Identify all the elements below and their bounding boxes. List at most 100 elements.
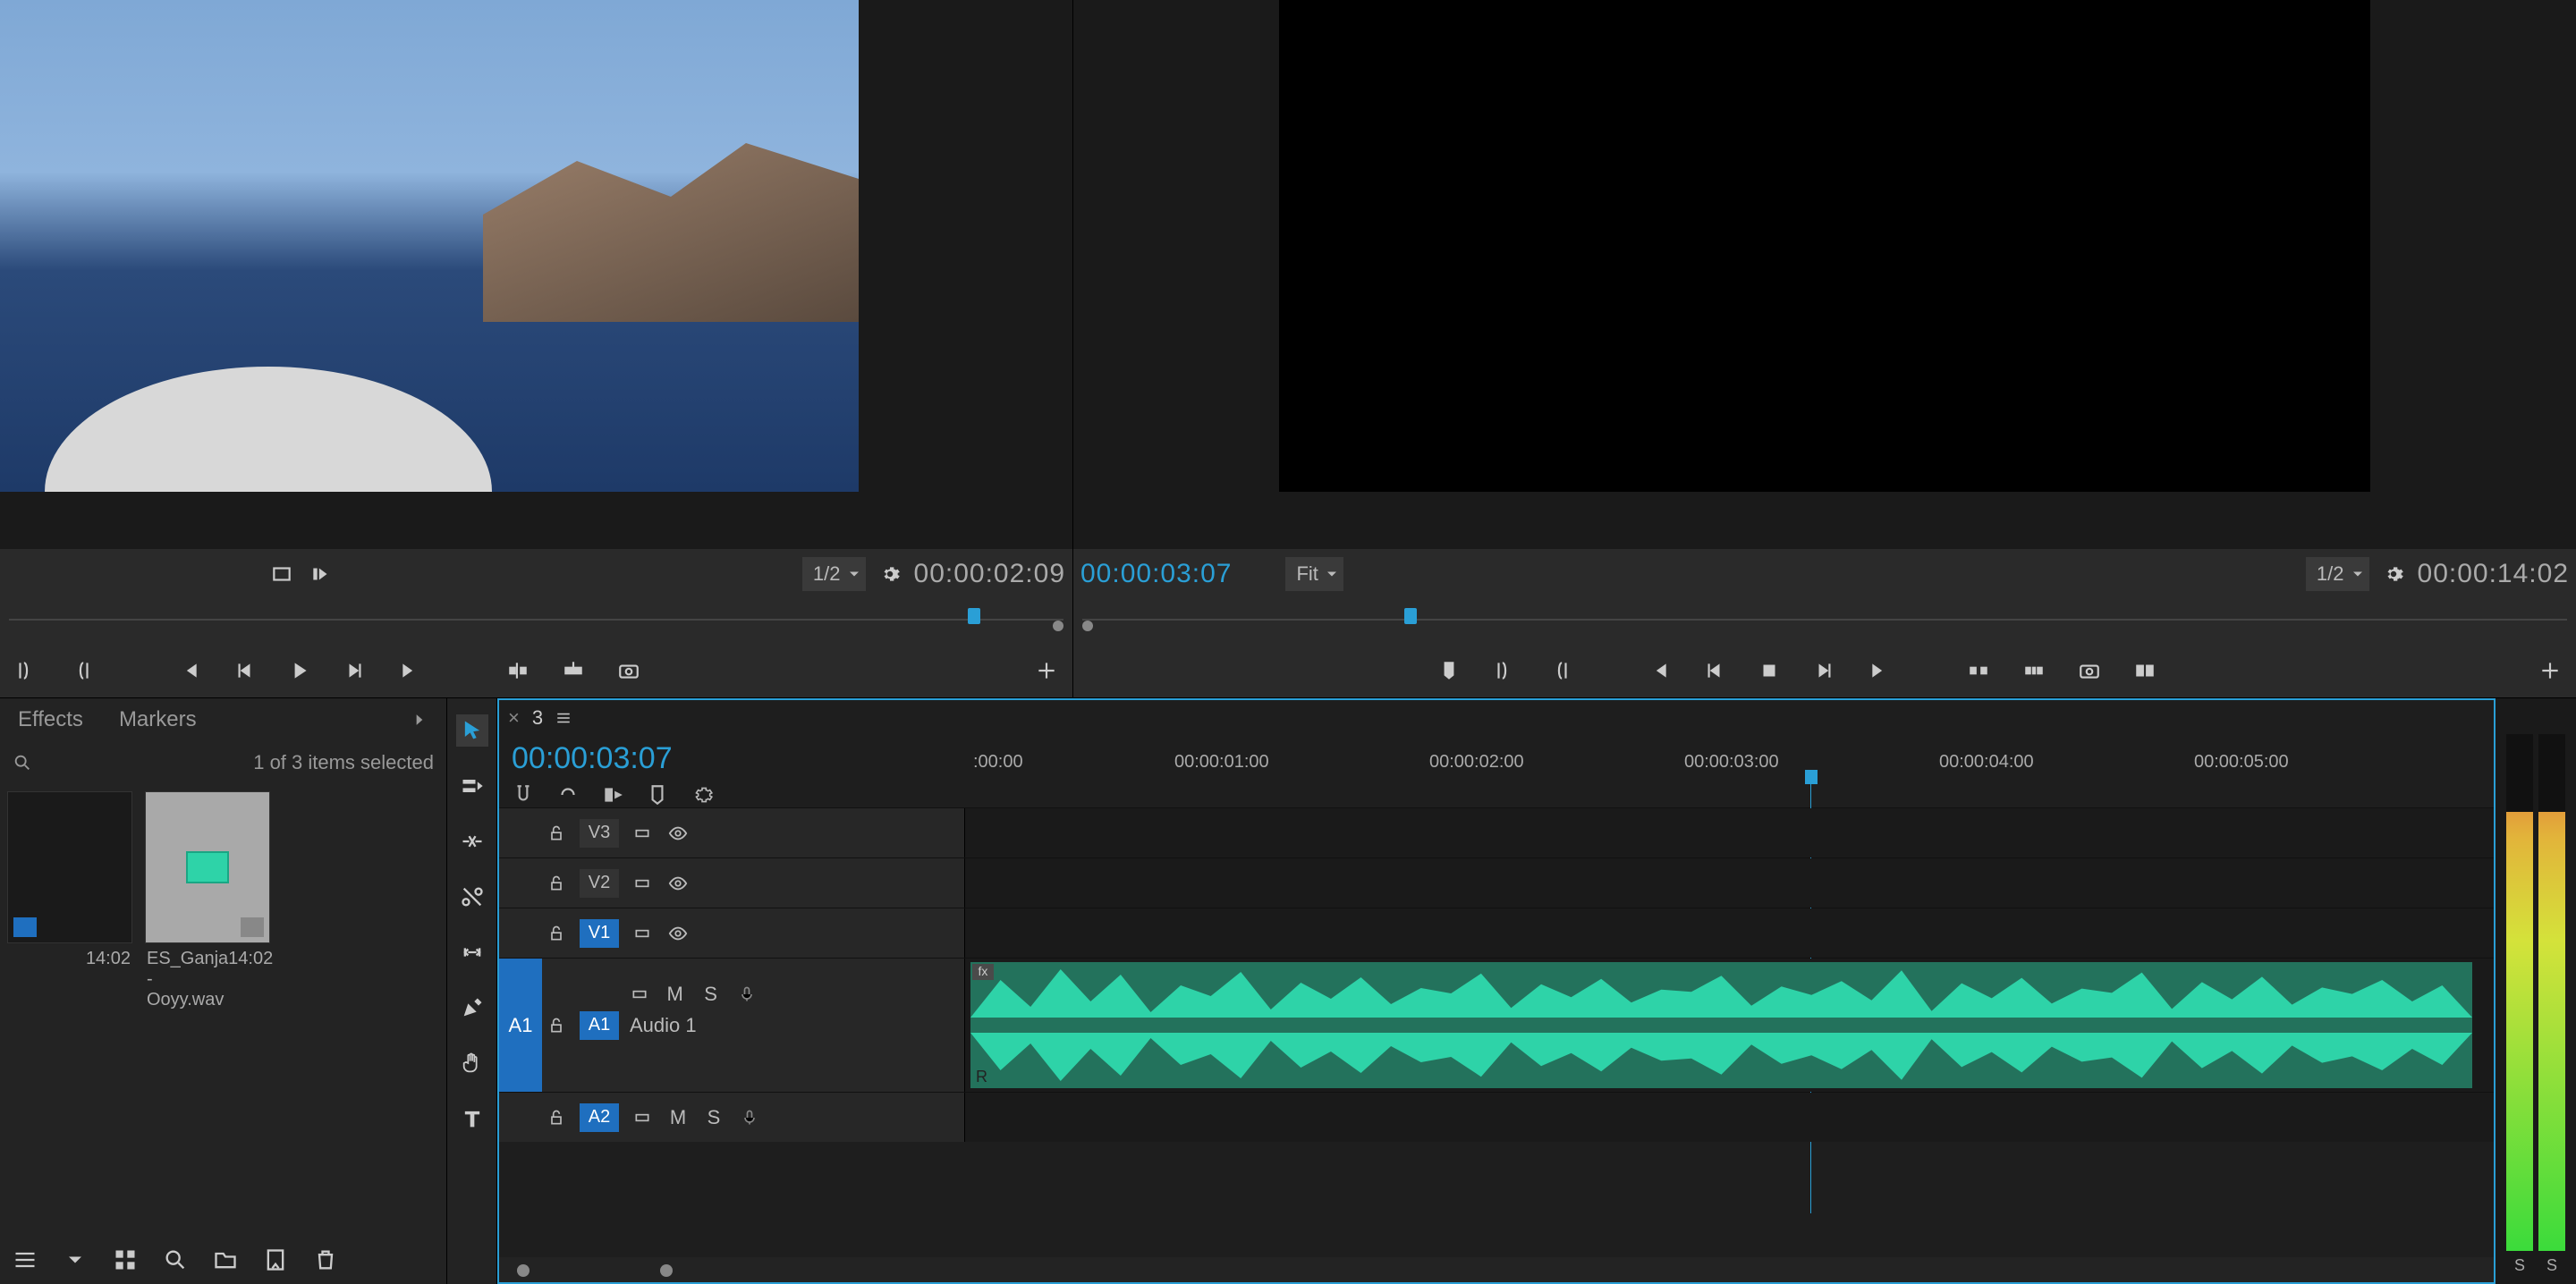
lock-icon[interactable] [544,821,569,846]
list-view-icon[interactable] [13,1247,38,1272]
audio-clip[interactable]: fx R [970,962,2472,1088]
go-to-out-button[interactable] [395,655,426,686]
go-to-in-button[interactable] [1643,655,1674,686]
program-duration[interactable]: 00:00:14:02 [2418,559,2569,589]
play-button[interactable] [284,655,315,686]
source-timecode[interactable]: 00:00:02:09 [914,559,1065,589]
sequence-tab[interactable]: 3 [532,706,543,730]
mark-in-button[interactable] [11,655,41,686]
marker-icon[interactable] [646,783,669,807]
fx-badge[interactable]: fx [972,964,994,980]
program-zoom-select[interactable]: 1/2 [2306,557,2369,591]
step-forward-button[interactable] [1809,655,1840,686]
timeline-zoom-scroll[interactable] [499,1257,2494,1282]
program-fit-select[interactable]: Fit [1285,557,1343,591]
track-select-tool[interactable] [456,770,488,802]
lock-icon[interactable] [544,1105,569,1130]
ripple-edit-tool[interactable] [456,825,488,857]
go-to-out-button[interactable] [1865,655,1895,686]
comparison-view-button[interactable] [2130,655,2160,686]
track-label[interactable]: V2 [580,869,619,898]
source-settings-icon[interactable] [875,559,905,589]
timeline-ruler[interactable]: :00:00 00:00:01:00 00:00:02:00 00:00:03:… [964,736,2494,807]
icon-view-icon[interactable] [113,1247,138,1272]
step-back-button[interactable] [1699,655,1729,686]
eye-icon[interactable] [665,871,691,896]
mute-button[interactable]: M [665,1105,691,1130]
program-scrub-bar[interactable] [1073,599,2576,644]
solo-button[interactable]: S [701,1105,726,1130]
track-content[interactable] [964,1093,2494,1142]
zoom-handle-right[interactable] [660,1264,673,1277]
program-settings-icon[interactable] [2378,559,2409,589]
find-icon[interactable] [163,1247,188,1272]
source-scrub-bar[interactable] [0,599,1072,644]
program-playhead-handle[interactable] [1404,608,1417,624]
sync-lock-icon[interactable] [630,821,655,846]
pen-tool[interactable] [456,992,488,1024]
step-forward-button[interactable] [340,655,370,686]
razor-tool[interactable] [456,881,488,913]
sync-lock-icon[interactable] [630,921,655,946]
program-timecode[interactable]: 00:00:03:07 [1080,559,1232,589]
mark-clip-icon[interactable] [267,559,297,589]
solo-button[interactable]: S [699,982,724,1007]
mute-button[interactable]: M [663,982,688,1007]
extract-button[interactable] [2019,655,2049,686]
mark-out-button[interactable] [1545,655,1575,686]
new-item-icon[interactable] [263,1247,288,1272]
export-frame-button[interactable] [614,655,644,686]
search-icon[interactable] [13,753,32,773]
source-patch[interactable]: A1 [499,959,542,1092]
add-button[interactable] [1031,655,1062,686]
eye-icon[interactable] [665,821,691,846]
track-content[interactable] [964,908,2494,958]
slip-tool[interactable] [456,936,488,968]
eye-icon[interactable] [665,921,691,946]
track-label[interactable]: A1 [580,1011,619,1040]
sync-lock-icon[interactable] [630,1105,655,1130]
close-sequence-icon[interactable]: × [508,706,520,730]
add-marker-button[interactable] [1434,655,1464,686]
overwrite-button[interactable] [558,655,589,686]
go-to-in-button[interactable] [174,655,204,686]
track-content[interactable]: fx R [964,959,2494,1092]
hand-tool[interactable] [456,1047,488,1079]
linked-selection-icon[interactable] [556,783,580,807]
insert-button[interactable] [503,655,533,686]
bin-item-sequence[interactable]: 14:02 [7,791,132,1016]
export-frame-button[interactable] [2074,655,2105,686]
add-marker-icon[interactable] [601,783,624,807]
source-playhead-handle[interactable] [968,608,980,624]
track-content[interactable] [964,858,2494,908]
track-content[interactable] [964,808,2494,857]
panel-menu-icon[interactable] [555,710,572,726]
timeline-settings-icon[interactable] [691,783,714,807]
mark-in-button[interactable] [1489,655,1520,686]
solo-right[interactable]: S [2546,1256,2557,1275]
source-zoom-select[interactable]: 1/2 [802,557,866,591]
track-label[interactable]: V1 [580,919,619,948]
zoom-handle-left[interactable] [517,1264,530,1277]
overflow-icon[interactable] [411,711,428,729]
timeline-playhead[interactable] [1805,770,1818,784]
track-label[interactable]: A2 [580,1103,619,1132]
new-bin-icon[interactable] [213,1247,238,1272]
solo-left[interactable]: S [2514,1256,2525,1275]
lock-icon[interactable] [544,871,569,896]
timeline-timecode[interactable]: 00:00:03:07 [512,741,952,776]
type-tool[interactable] [456,1102,488,1135]
source-viewer[interactable] [0,0,1072,549]
step-back-button[interactable] [229,655,259,686]
tab-effects[interactable]: Effects [18,707,83,732]
voiceover-icon[interactable] [737,1105,762,1130]
sync-lock-icon[interactable] [630,871,655,896]
lock-icon[interactable] [544,1013,569,1038]
insert-marker-icon[interactable] [306,559,336,589]
lock-icon[interactable] [544,921,569,946]
selection-tool[interactable] [456,714,488,747]
sync-lock-icon[interactable] [627,982,652,1007]
program-viewer[interactable] [1073,0,2576,549]
tab-markers[interactable]: Markers [119,707,197,732]
lift-button[interactable] [1963,655,1994,686]
